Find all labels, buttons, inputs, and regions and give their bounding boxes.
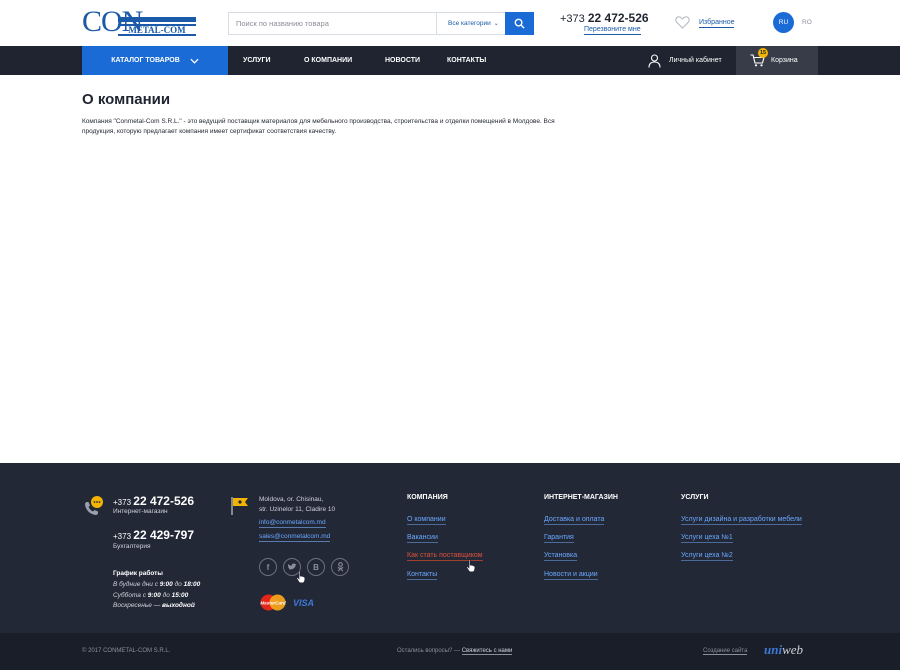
schedule-saturday-mid: до	[162, 592, 170, 599]
footer-col-company-title: КОМПАНИЯ	[407, 494, 448, 501]
header: CON METAL-COM Все категории ⌄ +373 22 47…	[0, 0, 900, 46]
footer-address: Moldova, or. Chisinau, str. Uzinelor 11,…	[259, 495, 369, 515]
logo-text-bottom: METAL-COM	[118, 24, 196, 36]
search-bar: Все категории ⌄	[228, 12, 534, 35]
made-by-link[interactable]: Создание сайта	[703, 648, 748, 655]
hand-cursor-icon	[466, 559, 476, 572]
schedule-saturday-to: 15:00	[171, 592, 189, 599]
schedule-saturday: Суббота с 9:00 до 15:00	[113, 592, 188, 599]
account-link[interactable]: Личный кабинет	[648, 46, 722, 75]
contact-us-link[interactable]: Свяжитесь с нами	[461, 648, 513, 655]
callback-link[interactable]: Перезвоните мне	[584, 25, 641, 35]
questions-label: Остались вопросы? —	[397, 648, 461, 654]
footer-link-about[interactable]: О компании	[407, 515, 446, 525]
user-icon	[648, 53, 661, 68]
schedule-saturday-from: 9:00	[147, 592, 161, 599]
catalog-label: КАТАЛОГ ТОВАРОВ	[111, 57, 180, 64]
footer-link-delivery[interactable]: Доставка и оплата	[544, 515, 605, 525]
footer-link-workshop-2[interactable]: Услуги цеха №2	[681, 551, 733, 561]
footer-phone-shop-prefix: +373	[113, 498, 132, 507]
footer-link-contacts[interactable]: Контакты	[407, 570, 438, 580]
favorites-label: Избранное	[699, 18, 735, 28]
email-info-link[interactable]: info@conmetalcom.md	[259, 519, 326, 528]
vk-icon[interactable]: B	[307, 558, 325, 576]
schedule-weekdays-mid: до	[174, 581, 182, 588]
mastercard-label: MasterCard	[260, 601, 285, 606]
footer: +373 22 472-526 Интернет-магазин +373 22…	[0, 463, 900, 633]
footer-phone-accounting-label: Бухгалтерия	[113, 543, 151, 550]
mastercard-icon: MasterCard	[260, 594, 286, 611]
nav-item-services[interactable]: УСЛУГИ	[243, 46, 271, 75]
questions-text: Остались вопросы? — Свяжитесь с нами	[397, 648, 513, 655]
footer-link-warranty[interactable]: Гарантия	[544, 533, 574, 543]
cart-label: Корзина	[771, 57, 798, 64]
schedule-weekdays-from: 9:00	[159, 581, 173, 588]
payment-methods: MasterCard VISA	[259, 594, 314, 611]
hand-cursor-icon	[296, 570, 306, 583]
phone-chat-icon	[85, 496, 103, 515]
cart-button[interactable]: 15 Корзина	[736, 46, 818, 75]
visa-icon: VISA	[293, 597, 315, 608]
search-category-select[interactable]: Все категории ⌄	[436, 13, 506, 34]
schedule-sunday-pre: Воскресенье —	[113, 602, 161, 609]
account-label: Личный кабинет	[669, 57, 722, 64]
schedule-saturday-pre: Суббота с	[113, 592, 146, 599]
lang-ru-button[interactable]: RU	[773, 12, 794, 33]
schedule-sunday: Воскресенье — выходной	[113, 602, 195, 609]
location-flag-icon	[231, 497, 248, 515]
footer-phone-accounting-number: 22 429-797	[133, 528, 194, 542]
developer-logo-uni: uni	[764, 642, 783, 657]
facebook-icon[interactable]: f	[259, 558, 277, 576]
lang-ro-button[interactable]: RO	[802, 19, 812, 26]
nav-item-about[interactable]: О КОМПАНИИ	[304, 46, 352, 75]
footer-phone-accounting[interactable]: +373 22 429-797	[113, 528, 194, 542]
footer-link-workshop-1[interactable]: Услуги цеха №1	[681, 533, 733, 543]
footer-phone-shop-label: Интернет-магазин	[113, 508, 168, 515]
footer-phone-shop-number: 22 472-526	[133, 494, 194, 508]
schedule-sunday-val: выходной	[162, 602, 195, 609]
main-nav: КАТАЛОГ ТОВАРОВ УСЛУГИ О КОМПАНИИ НОВОСТ…	[0, 46, 900, 75]
odnoklassniki-icon[interactable]	[331, 558, 349, 576]
developer-logo-web: web	[782, 642, 804, 657]
footer-phone-shop[interactable]: +373 22 472-526	[113, 494, 194, 508]
site-logo[interactable]: CON METAL-COM	[82, 6, 196, 38]
email-sales-link[interactable]: sales@conmetalcom.md	[259, 533, 331, 542]
footer-link-vacancies[interactable]: Вакансии	[407, 533, 438, 543]
schedule-title: График работы	[113, 570, 163, 577]
page-title: О компании	[82, 91, 171, 108]
footer-phone-accounting-prefix: +373	[113, 532, 132, 541]
chevron-down-icon: ⌄	[493, 21, 499, 27]
nav-item-contacts[interactable]: КОНТАКТЫ	[447, 46, 486, 75]
cart-count-badge: 15	[758, 48, 768, 58]
footer-link-installation[interactable]: Установка	[544, 551, 578, 561]
footer-address-line2: str. Uzinelor 11, Cladire 10	[259, 506, 336, 513]
header-phone-prefix: +373	[560, 13, 585, 25]
logo-bar	[118, 17, 196, 22]
footer-address-line1: Moldova, or. Chisinau,	[259, 496, 324, 503]
nav-item-news[interactable]: НОВОСТИ	[385, 46, 420, 75]
chevron-down-icon	[190, 58, 199, 64]
header-phone-number: 22 472-526	[587, 11, 649, 25]
about-text: Компания "Conmetal-Com S.R.L." - это вед…	[82, 118, 555, 135]
header-phone[interactable]: +373 22 472-526	[560, 11, 649, 25]
footer-link-design-services[interactable]: Услуги дизайна и разработки мебели	[681, 515, 802, 525]
developer-logo[interactable]: uniweb	[764, 642, 803, 658]
footer-col-shop-title: ИНТЕРНЕТ-МАГАЗИН	[544, 494, 618, 501]
search-input[interactable]	[229, 13, 436, 34]
bottom-bar: © 2017 CONMETAL-COM S.R.L. Остались вопр…	[0, 633, 900, 670]
catalog-button[interactable]: КАТАЛОГ ТОВАРОВ	[82, 46, 228, 75]
schedule-weekdays: В будние дни с 9:00 до 18:00	[113, 581, 200, 588]
favorites-link[interactable]: Избранное	[675, 16, 735, 29]
copyright: © 2017 CONMETAL-COM S.R.L.	[82, 648, 171, 654]
cart-icon-wrap: 15	[750, 48, 768, 67]
search-button[interactable]	[505, 12, 534, 35]
footer-col-services-title: УСЛУГИ	[681, 494, 709, 501]
search-icon	[514, 18, 525, 29]
footer-link-news-promos[interactable]: Новости и акции	[544, 570, 598, 580]
heart-icon	[675, 16, 690, 29]
schedule-weekdays-pre: В будние дни с	[113, 581, 158, 588]
search-category-label: Все категории	[448, 20, 491, 27]
schedule-weekdays-to: 18:00	[183, 581, 201, 588]
